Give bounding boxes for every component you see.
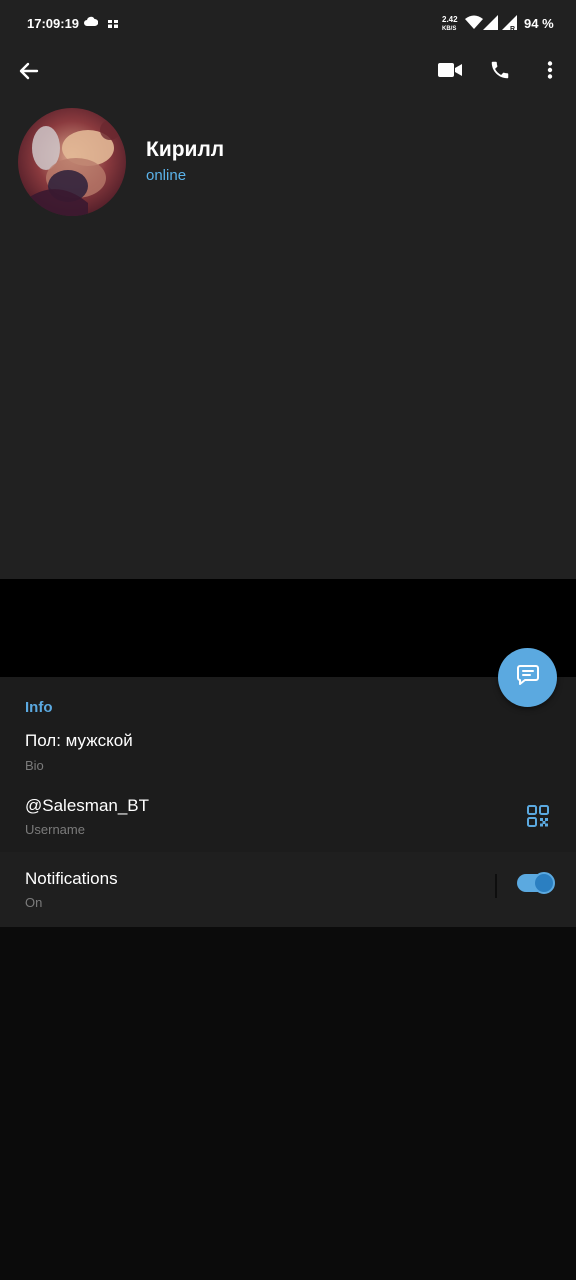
online-status: online	[146, 167, 187, 184]
svg-text:R: R	[510, 26, 515, 31]
notifications-toggle[interactable]	[517, 872, 555, 894]
username-label: Username	[25, 822, 85, 837]
arrow-left-icon	[19, 61, 39, 86]
username-value: @Salesman_BT	[25, 796, 150, 815]
bio-value: Пол: мужской	[25, 731, 133, 750]
more-button[interactable]	[538, 56, 562, 88]
voice-call-button[interactable]	[484, 56, 516, 88]
net-speed: 2.42 KB/S	[442, 16, 458, 33]
username-row[interactable]: @Salesman_BT Username	[0, 790, 576, 852]
qr-code-icon[interactable]	[527, 805, 549, 832]
gift-icon	[106, 14, 120, 37]
phone-icon	[489, 59, 511, 86]
bio-row[interactable]: Пол: мужской Bio	[0, 727, 576, 781]
profile-name: Кирилл	[146, 138, 225, 161]
toggle-knob	[533, 872, 555, 894]
wifi-icon	[465, 15, 483, 35]
profile-header: Кирилл online	[0, 48, 576, 579]
notifications-row[interactable]: Notifications On	[0, 852, 576, 927]
row-divider	[495, 874, 497, 898]
notifications-state: On	[25, 895, 43, 910]
battery-level: 94 %	[524, 16, 554, 31]
back-button[interactable]	[14, 58, 44, 88]
signal-icon	[483, 15, 498, 35]
notifications-title: Notifications	[25, 869, 118, 888]
video-camera-icon	[438, 62, 462, 83]
header-shadow-gap	[0, 579, 576, 677]
signal-roaming-icon: R	[502, 15, 518, 36]
message-icon	[516, 664, 540, 691]
info-section-title: Info	[25, 699, 53, 716]
info-section: Info Пол: мужской Bio @Salesman_BT Usern…	[0, 677, 576, 927]
status-bar: 17:09:19 2.42 KB/S R 94 %	[0, 0, 576, 48]
cloud-icon	[84, 14, 99, 37]
bio-label: Bio	[25, 758, 44, 773]
more-vertical-icon	[547, 60, 553, 84]
avatar[interactable]	[18, 108, 126, 216]
net-speed-unit: KB/S	[442, 26, 457, 32]
empty-content-area	[0, 927, 576, 1280]
status-time: 17:09:19	[27, 16, 80, 31]
video-call-button[interactable]	[434, 56, 466, 88]
send-message-fab[interactable]	[498, 648, 557, 707]
net-speed-value: 2.42	[442, 15, 458, 24]
